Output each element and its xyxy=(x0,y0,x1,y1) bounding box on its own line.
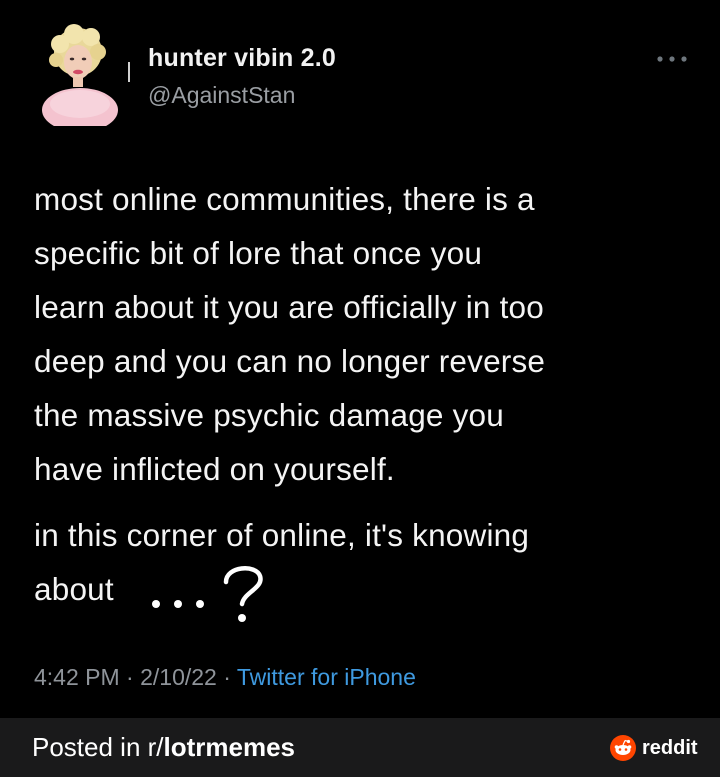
posted-in-label: Posted in r/lotrmemes xyxy=(32,732,295,763)
meta-separator: · xyxy=(119,664,141,690)
posted-in-prefix: Posted in r/ xyxy=(32,732,164,762)
tweet-body: most online communities, there is a spec… xyxy=(34,172,704,496)
avatar[interactable] xyxy=(34,22,128,126)
avatar-image xyxy=(42,24,118,126)
tweet-line: learn about it you are officially in too xyxy=(34,289,544,325)
handdrawn-question-dots xyxy=(152,566,263,622)
tweet-card: hunter vibin 2.0 @AgainstStan most onlin… xyxy=(0,0,720,718)
reddit-logo-icon xyxy=(610,735,636,761)
user-handle[interactable]: @AgainstStan xyxy=(148,82,295,109)
reddit-wordmark: reddit xyxy=(642,736,698,759)
reddit-badge: reddit xyxy=(610,734,698,762)
meta-separator: · xyxy=(216,664,237,690)
tweet-meta: 4:42 PM · 2/10/22 · Twitter for iPhone xyxy=(34,664,416,691)
tweet-time[interactable]: 4:42 PM xyxy=(34,664,120,690)
tweet-paragraph-2-end: about xyxy=(34,571,114,607)
tweet-line: the massive psychic damage you xyxy=(34,397,504,433)
tweet-line: most online communities, there is a xyxy=(34,181,535,217)
tweet-line: deep and you can no longer reverse xyxy=(34,343,546,379)
tweet-date[interactable]: 2/10/22 xyxy=(140,664,217,690)
tweet-paragraph-2: in this corner of online, it's knowing xyxy=(34,517,530,553)
subreddit-link[interactable]: lotrmemes xyxy=(164,732,296,762)
tweet-source-link[interactable]: Twitter for iPhone xyxy=(237,664,416,690)
display-name[interactable]: hunter vibin 2.0 xyxy=(148,44,336,73)
more-horizontal-icon[interactable] xyxy=(654,52,690,66)
tweet-line: specific bit of lore that once you xyxy=(34,235,483,271)
reddit-footer-bar: Posted in r/lotrmemes reddit xyxy=(0,718,720,777)
tweet-line: have inflicted on yourself. xyxy=(34,451,395,487)
text-cursor xyxy=(128,62,130,82)
